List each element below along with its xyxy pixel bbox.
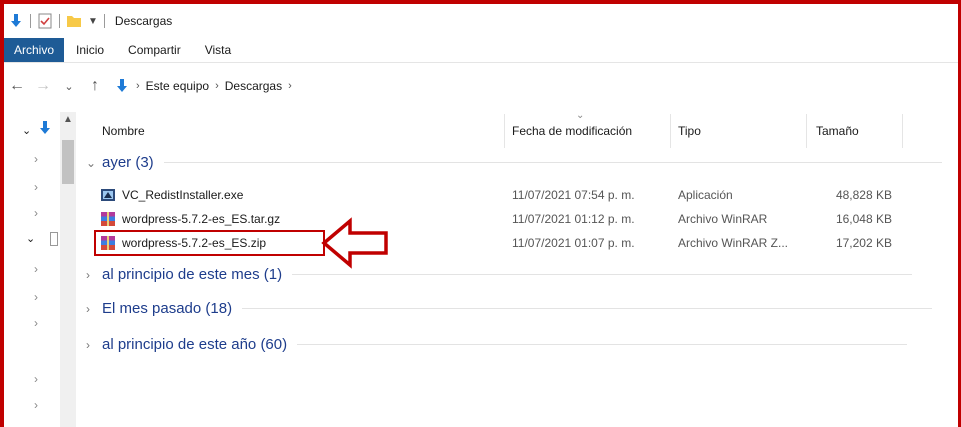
file-name[interactable]: wordpress-5.7.2-es_ES.tar.gz: [122, 212, 280, 226]
group-divider: [163, 162, 942, 163]
file-type: Archivo WinRAR Z...: [678, 236, 789, 250]
file-date: 11/07/2021 07:54 p. m.: [512, 188, 635, 202]
back-arrow-icon[interactable]: ←: [4, 77, 30, 95]
group-label: al principio de este año (60): [102, 336, 288, 353]
expand-chevron-icon[interactable]: ⌄: [22, 124, 31, 137]
group-collapsed-chevron-icon[interactable]: ›: [86, 338, 96, 352]
column-divider[interactable]: [670, 114, 671, 148]
downloads-folder-icon: [117, 79, 127, 92]
up-arrow-icon[interactable]: ↑: [82, 77, 108, 95]
separator: [59, 14, 60, 28]
collapse-chevron-icon[interactable]: ›: [34, 398, 38, 412]
group-header-principio-mes[interactable]: › al principio de este mes (1): [86, 266, 913, 283]
group-collapsed-chevron-icon[interactable]: ›: [86, 302, 96, 316]
column-header-name[interactable]: Nombre: [102, 112, 145, 150]
drive-icon[interactable]: [50, 232, 58, 246]
collapse-chevron-icon[interactable]: ›: [34, 316, 38, 330]
file-size: 17,202 KB: [835, 236, 892, 250]
file-name[interactable]: VC_RedistInstaller.exe: [122, 188, 243, 202]
file-type: Archivo WinRAR: [678, 212, 768, 226]
column-divider[interactable]: [806, 114, 807, 148]
file-size: 16,048 KB: [835, 212, 892, 226]
collapse-chevron-icon[interactable]: ›: [34, 206, 38, 220]
group-header-mes-pasado[interactable]: › El mes pasado (18): [86, 300, 933, 317]
group-label: El mes pasado (18): [102, 300, 233, 317]
group-header-principio-ano[interactable]: › al principio de este año (60): [86, 336, 908, 353]
separator: [103, 14, 105, 28]
tab-archivo[interactable]: Archivo: [4, 38, 65, 62]
collapse-chevron-icon[interactable]: ›: [34, 180, 38, 194]
sort-indicator-icon: ⌄: [576, 110, 585, 121]
group-label: al principio de este mes (1): [102, 266, 283, 283]
navigation-bar: ← → ⌄ ↑ › Este equipo › Descargas ›: [4, 64, 958, 108]
collapse-chevron-icon[interactable]: ›: [34, 152, 38, 166]
navigation-pane: ⌄ › › › ⌄ › › › › › ▲: [4, 108, 76, 427]
column-header-type[interactable]: Tipo: [678, 112, 701, 150]
file-type: Aplicación: [678, 188, 733, 202]
breadcrumb-separator-icon[interactable]: ›: [288, 80, 292, 92]
group-divider: [297, 344, 908, 345]
customize-dropdown-icon[interactable]: ▼: [88, 16, 98, 27]
group-divider: [242, 308, 933, 309]
column-divider[interactable]: [504, 114, 505, 148]
expand-chevron-icon[interactable]: ⌄: [26, 232, 35, 245]
tab-inicio[interactable]: Inicio: [64, 38, 116, 62]
downloads-nav-icon[interactable]: [38, 120, 52, 136]
collapse-chevron-icon[interactable]: ›: [34, 262, 38, 276]
highlight-box: [94, 230, 325, 256]
column-divider[interactable]: [902, 114, 903, 148]
installer-icon: [101, 189, 115, 201]
file-date: 11/07/2021 01:07 p. m.: [512, 236, 635, 250]
address-bar[interactable]: › Este equipo › Descargas ›: [114, 78, 292, 94]
file-size: 48,828 KB: [835, 188, 892, 202]
breadcrumb-descargas[interactable]: Descargas: [219, 79, 288, 93]
tab-compartir[interactable]: Compartir: [116, 38, 193, 62]
scrollbar-thumb[interactable]: [62, 140, 74, 184]
quick-access-toolbar: ▼: [8, 13, 111, 29]
breadcrumb-este-equipo[interactable]: Este equipo: [140, 79, 215, 93]
file-date: 11/07/2021 01:12 p. m.: [512, 212, 635, 226]
forward-arrow-icon[interactable]: →: [30, 77, 56, 95]
winrar-icon: [101, 212, 115, 226]
tab-vista[interactable]: Vista: [193, 38, 243, 62]
window-title: Descargas: [114, 14, 173, 28]
scroll-up-icon[interactable]: ▲: [63, 114, 73, 125]
separator: [30, 14, 31, 28]
properties-icon[interactable]: [37, 13, 53, 29]
new-folder-icon[interactable]: [66, 13, 82, 29]
column-header-size[interactable]: Tamaño: [816, 112, 859, 150]
download-arrow-icon[interactable]: [8, 13, 24, 29]
column-header-date[interactable]: Fecha de modificación: [512, 112, 632, 150]
file-row[interactable]: wordpress-5.7.2-es_ES.tar.gz 11/07/2021 …: [96, 208, 896, 230]
collapse-chevron-icon[interactable]: ›: [34, 290, 38, 304]
group-divider: [292, 274, 913, 275]
collapse-chevron-icon[interactable]: ›: [34, 372, 38, 386]
group-header-ayer[interactable]: ⌄ ayer (3): [86, 154, 942, 171]
group-label: ayer (3): [102, 154, 154, 171]
annotation-arrow-icon: [321, 217, 388, 269]
group-collapsed-chevron-icon[interactable]: ›: [86, 268, 96, 282]
recent-locations-chevron-icon[interactable]: ⌄: [56, 80, 82, 93]
title-bar: ▼ Descargas: [4, 4, 958, 38]
ribbon-tabs: Archivo Inicio Compartir Vista: [4, 38, 958, 63]
file-row[interactable]: VC_RedistInstaller.exe 11/07/2021 07:54 …: [96, 184, 896, 206]
nav-scrollbar[interactable]: ▲: [60, 112, 76, 427]
group-expanded-chevron-icon[interactable]: ⌄: [86, 156, 96, 170]
